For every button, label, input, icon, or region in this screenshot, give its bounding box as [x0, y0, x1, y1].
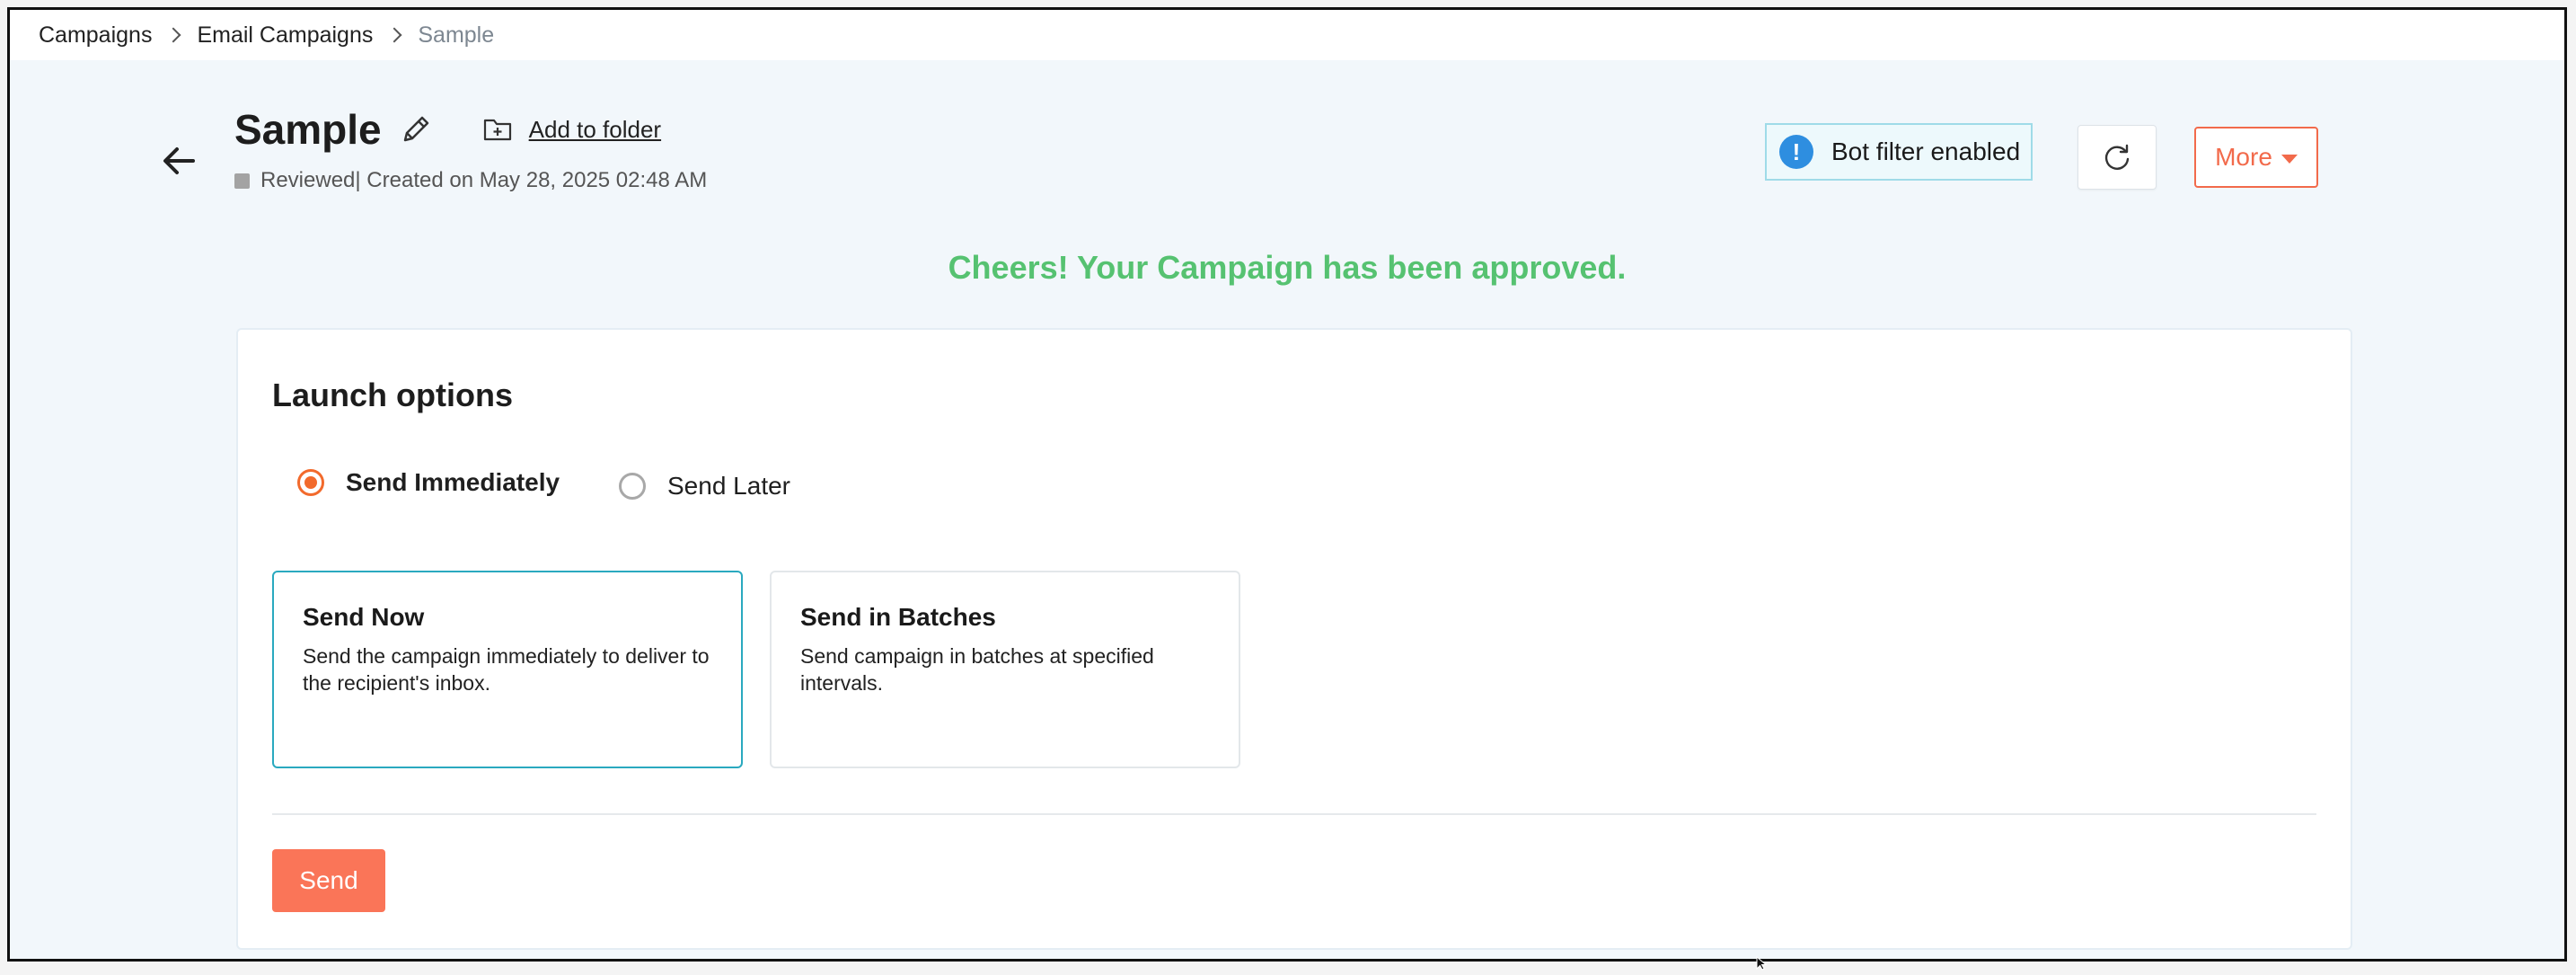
chevron-right-icon: [165, 27, 181, 43]
bot-filter-label: Bot filter enabled: [1831, 137, 2021, 165]
radio-send-later[interactable]: Send Later: [619, 472, 790, 501]
option-send-now[interactable]: Send Now Send the campaign immediately t…: [272, 571, 743, 768]
status-indicator: [234, 173, 250, 189]
breadcrumb-item-current: Sample: [418, 22, 495, 48]
created-date: | Created on May 28, 2025 02:48 AM: [355, 168, 708, 192]
divider: [272, 813, 2316, 815]
option-description: Send campaign in batches at specified in…: [800, 644, 1154, 695]
option-title: Send Now: [303, 603, 425, 631]
approval-message: Cheers! Your Campaign has been approved.: [948, 249, 1627, 286]
caret-down-icon: [2280, 155, 2298, 164]
radio-checked-icon[interactable]: [297, 469, 324, 496]
app-window: Campaigns Email Campaigns Sample Sample: [7, 7, 2567, 962]
radio-unchecked-icon[interactable]: [619, 473, 646, 500]
launch-options-title: Launch options: [272, 377, 513, 413]
send-button[interactable]: Send: [272, 849, 385, 912]
more-button[interactable]: More: [2194, 127, 2318, 188]
title-row: Sample Add to folder: [234, 105, 661, 154]
radio-dot: [304, 476, 317, 489]
radio-label-send-later[interactable]: Send Later: [667, 472, 790, 501]
option-send-in-batches[interactable]: Send in Batches Send campaign in batches…: [770, 571, 1240, 768]
add-to-folder-link[interactable]: Add to folder: [529, 116, 661, 144]
option-title: Send in Batches: [800, 603, 996, 631]
breadcrumb: Campaigns Email Campaigns Sample: [10, 10, 2564, 60]
mouse-cursor-icon: [1756, 955, 1769, 971]
radio-send-immediately[interactable]: Send Immediately: [297, 468, 560, 497]
breadcrumb-item-email-campaigns[interactable]: Email Campaigns: [197, 22, 373, 49]
campaign-status: Reviewed | Created on May 28, 2025 02:48…: [234, 168, 707, 193]
option-description: Send the campaign immediately to deliver…: [303, 644, 710, 695]
launch-options-card: Launch options Send Immediately Send Lat…: [236, 328, 2352, 950]
status-label: Reviewed: [260, 168, 356, 192]
chevron-right-icon: [386, 27, 402, 43]
add-to-folder-button[interactable]: Add to folder: [482, 116, 661, 144]
radio-label-send-immediately[interactable]: Send Immediately: [346, 468, 560, 497]
refresh-button[interactable]: [2078, 125, 2157, 190]
info-icon: !: [1779, 135, 1813, 169]
pencil-icon[interactable]: [398, 111, 434, 147]
more-label: More: [2215, 143, 2272, 171]
back-arrow-icon[interactable]: [161, 145, 197, 177]
page-title: Sample: [234, 106, 382, 153]
refresh-icon: [2104, 144, 2130, 170]
bot-filter-badge: ! Bot filter enabled: [1765, 123, 2033, 181]
breadcrumb-item-campaigns[interactable]: Campaigns: [39, 22, 152, 49]
folder-plus-icon: [482, 116, 513, 143]
